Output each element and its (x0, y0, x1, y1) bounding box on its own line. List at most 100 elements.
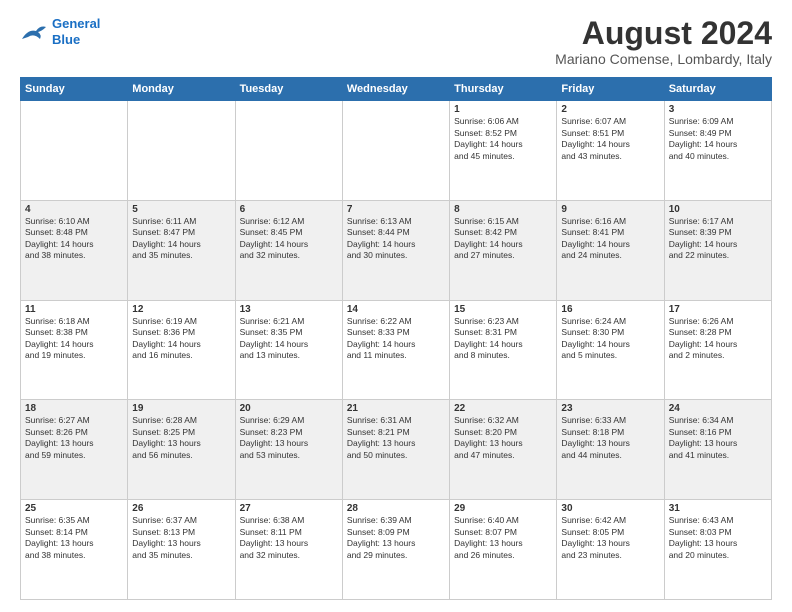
day-number: 7 (347, 204, 445, 215)
day-info: Sunrise: 6:17 AM Sunset: 8:39 PM Dayligh… (669, 216, 767, 262)
day-number: 1 (454, 104, 552, 115)
day-number: 21 (347, 403, 445, 414)
calendar-cell: 20Sunrise: 6:29 AM Sunset: 8:23 PM Dayli… (235, 400, 342, 500)
day-number: 29 (454, 503, 552, 514)
calendar-cell: 22Sunrise: 6:32 AM Sunset: 8:20 PM Dayli… (450, 400, 557, 500)
day-info: Sunrise: 6:07 AM Sunset: 8:51 PM Dayligh… (561, 116, 659, 162)
page: General Blue August 2024 Mariano Comense… (0, 0, 792, 612)
calendar-cell (235, 101, 342, 201)
weekday-header: Monday (128, 78, 235, 101)
calendar-cell: 12Sunrise: 6:19 AM Sunset: 8:36 PM Dayli… (128, 300, 235, 400)
day-number: 27 (240, 503, 338, 514)
calendar-cell: 11Sunrise: 6:18 AM Sunset: 8:38 PM Dayli… (21, 300, 128, 400)
day-number: 12 (132, 304, 230, 315)
calendar-cell: 7Sunrise: 6:13 AM Sunset: 8:44 PM Daylig… (342, 200, 449, 300)
day-info: Sunrise: 6:26 AM Sunset: 8:28 PM Dayligh… (669, 316, 767, 362)
logo-general: General (52, 16, 100, 31)
day-info: Sunrise: 6:27 AM Sunset: 8:26 PM Dayligh… (25, 415, 123, 461)
day-number: 14 (347, 304, 445, 315)
day-info: Sunrise: 6:37 AM Sunset: 8:13 PM Dayligh… (132, 515, 230, 561)
day-info: Sunrise: 6:11 AM Sunset: 8:47 PM Dayligh… (132, 216, 230, 262)
day-info: Sunrise: 6:28 AM Sunset: 8:25 PM Dayligh… (132, 415, 230, 461)
logo-bird-icon (20, 21, 48, 43)
calendar-week-row: 18Sunrise: 6:27 AM Sunset: 8:26 PM Dayli… (21, 400, 772, 500)
calendar-week-row: 1Sunrise: 6:06 AM Sunset: 8:52 PM Daylig… (21, 101, 772, 201)
calendar-cell: 8Sunrise: 6:15 AM Sunset: 8:42 PM Daylig… (450, 200, 557, 300)
day-number: 22 (454, 403, 552, 414)
calendar-cell (128, 101, 235, 201)
day-number: 18 (25, 403, 123, 414)
day-number: 8 (454, 204, 552, 215)
calendar-cell: 10Sunrise: 6:17 AM Sunset: 8:39 PM Dayli… (664, 200, 771, 300)
day-number: 26 (132, 503, 230, 514)
calendar-week-row: 4Sunrise: 6:10 AM Sunset: 8:48 PM Daylig… (21, 200, 772, 300)
calendar-cell: 9Sunrise: 6:16 AM Sunset: 8:41 PM Daylig… (557, 200, 664, 300)
day-info: Sunrise: 6:23 AM Sunset: 8:31 PM Dayligh… (454, 316, 552, 362)
calendar-week-row: 11Sunrise: 6:18 AM Sunset: 8:38 PM Dayli… (21, 300, 772, 400)
day-number: 9 (561, 204, 659, 215)
day-info: Sunrise: 6:12 AM Sunset: 8:45 PM Dayligh… (240, 216, 338, 262)
weekday-header: Wednesday (342, 78, 449, 101)
day-info: Sunrise: 6:33 AM Sunset: 8:18 PM Dayligh… (561, 415, 659, 461)
day-info: Sunrise: 6:06 AM Sunset: 8:52 PM Dayligh… (454, 116, 552, 162)
weekday-header: Saturday (664, 78, 771, 101)
day-info: Sunrise: 6:18 AM Sunset: 8:38 PM Dayligh… (25, 316, 123, 362)
day-number: 10 (669, 204, 767, 215)
calendar-cell: 27Sunrise: 6:38 AM Sunset: 8:11 PM Dayli… (235, 500, 342, 600)
calendar-cell: 24Sunrise: 6:34 AM Sunset: 8:16 PM Dayli… (664, 400, 771, 500)
logo-blue-text: Blue (52, 32, 80, 47)
calendar-cell: 28Sunrise: 6:39 AM Sunset: 8:09 PM Dayli… (342, 500, 449, 600)
calendar-cell: 14Sunrise: 6:22 AM Sunset: 8:33 PM Dayli… (342, 300, 449, 400)
day-info: Sunrise: 6:24 AM Sunset: 8:30 PM Dayligh… (561, 316, 659, 362)
calendar-cell: 5Sunrise: 6:11 AM Sunset: 8:47 PM Daylig… (128, 200, 235, 300)
day-info: Sunrise: 6:21 AM Sunset: 8:35 PM Dayligh… (240, 316, 338, 362)
day-number: 28 (347, 503, 445, 514)
day-info: Sunrise: 6:42 AM Sunset: 8:05 PM Dayligh… (561, 515, 659, 561)
calendar-cell: 26Sunrise: 6:37 AM Sunset: 8:13 PM Dayli… (128, 500, 235, 600)
calendar-cell: 16Sunrise: 6:24 AM Sunset: 8:30 PM Dayli… (557, 300, 664, 400)
calendar-table: SundayMondayTuesdayWednesdayThursdayFrid… (20, 77, 772, 600)
day-number: 2 (561, 104, 659, 115)
day-info: Sunrise: 6:43 AM Sunset: 8:03 PM Dayligh… (669, 515, 767, 561)
weekday-header: Friday (557, 78, 664, 101)
day-number: 13 (240, 304, 338, 315)
weekday-header: Tuesday (235, 78, 342, 101)
calendar-cell: 31Sunrise: 6:43 AM Sunset: 8:03 PM Dayli… (664, 500, 771, 600)
calendar-cell: 6Sunrise: 6:12 AM Sunset: 8:45 PM Daylig… (235, 200, 342, 300)
calendar-cell (21, 101, 128, 201)
calendar-cell: 21Sunrise: 6:31 AM Sunset: 8:21 PM Dayli… (342, 400, 449, 500)
calendar-cell: 23Sunrise: 6:33 AM Sunset: 8:18 PM Dayli… (557, 400, 664, 500)
calendar-cell: 1Sunrise: 6:06 AM Sunset: 8:52 PM Daylig… (450, 101, 557, 201)
day-number: 17 (669, 304, 767, 315)
weekday-header-row: SundayMondayTuesdayWednesdayThursdayFrid… (21, 78, 772, 101)
day-number: 6 (240, 204, 338, 215)
day-number: 5 (132, 204, 230, 215)
day-info: Sunrise: 6:31 AM Sunset: 8:21 PM Dayligh… (347, 415, 445, 461)
calendar-cell: 15Sunrise: 6:23 AM Sunset: 8:31 PM Dayli… (450, 300, 557, 400)
day-number: 20 (240, 403, 338, 414)
calendar-cell: 13Sunrise: 6:21 AM Sunset: 8:35 PM Dayli… (235, 300, 342, 400)
day-info: Sunrise: 6:09 AM Sunset: 8:49 PM Dayligh… (669, 116, 767, 162)
day-info: Sunrise: 6:34 AM Sunset: 8:16 PM Dayligh… (669, 415, 767, 461)
day-info: Sunrise: 6:16 AM Sunset: 8:41 PM Dayligh… (561, 216, 659, 262)
day-number: 11 (25, 304, 123, 315)
day-info: Sunrise: 6:10 AM Sunset: 8:48 PM Dayligh… (25, 216, 123, 262)
day-number: 30 (561, 503, 659, 514)
day-number: 24 (669, 403, 767, 414)
calendar-cell: 18Sunrise: 6:27 AM Sunset: 8:26 PM Dayli… (21, 400, 128, 500)
logo-text: General Blue (52, 16, 100, 47)
day-info: Sunrise: 6:32 AM Sunset: 8:20 PM Dayligh… (454, 415, 552, 461)
weekday-header: Thursday (450, 78, 557, 101)
calendar-cell (342, 101, 449, 201)
day-number: 3 (669, 104, 767, 115)
logo: General Blue (20, 16, 100, 47)
subtitle: Mariano Comense, Lombardy, Italy (555, 51, 772, 67)
day-info: Sunrise: 6:13 AM Sunset: 8:44 PM Dayligh… (347, 216, 445, 262)
day-number: 16 (561, 304, 659, 315)
day-info: Sunrise: 6:39 AM Sunset: 8:09 PM Dayligh… (347, 515, 445, 561)
day-info: Sunrise: 6:15 AM Sunset: 8:42 PM Dayligh… (454, 216, 552, 262)
day-info: Sunrise: 6:35 AM Sunset: 8:14 PM Dayligh… (25, 515, 123, 561)
day-number: 15 (454, 304, 552, 315)
day-number: 25 (25, 503, 123, 514)
header: General Blue August 2024 Mariano Comense… (20, 16, 772, 67)
